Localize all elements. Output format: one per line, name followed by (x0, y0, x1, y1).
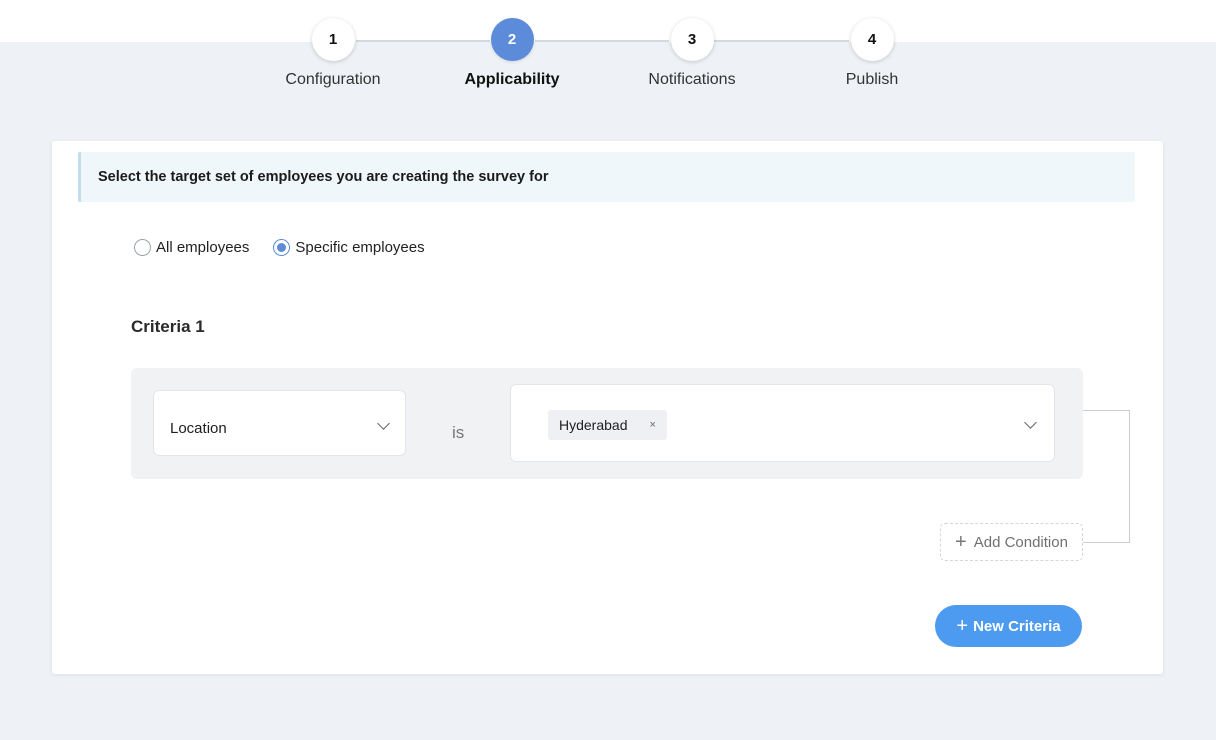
plus-icon: + (955, 531, 967, 553)
values-select[interactable]: Hyderabad × (510, 384, 1055, 462)
step-notifications[interactable]: 3 Notifications (612, 18, 772, 89)
target-radio-group: All employees Specific employees (134, 239, 449, 256)
close-icon[interactable]: × (650, 419, 656, 431)
step-label: Applicability (464, 71, 560, 88)
radio-label: Specific employees (295, 239, 425, 256)
operator-label: is (452, 423, 465, 442)
step-publish[interactable]: 4 Publish (792, 18, 952, 89)
radio-specific-employees[interactable]: Specific employees (273, 239, 425, 256)
step-number: 2 (490, 18, 534, 61)
plus-icon: + (956, 615, 969, 637)
step-number: 1 (311, 18, 355, 61)
step-label: Configuration (285, 71, 381, 88)
field-select[interactable]: Location (153, 390, 406, 456)
add-condition-label: Add Condition (973, 533, 1068, 551)
new-criteria-label: New Criteria (973, 617, 1061, 635)
step-number: 3 (670, 18, 714, 61)
value-tag-label: Hyderabad (559, 417, 628, 433)
radio-all-employees[interactable]: All employees (134, 239, 249, 256)
info-banner: Select the target set of employees you a… (78, 152, 1135, 202)
applicability-card: Select the target set of employees you a… (52, 141, 1163, 674)
chevron-down-icon[interactable] (1024, 416, 1037, 429)
criteria-row: Location is Hyderabad × (131, 368, 1083, 479)
new-criteria-button[interactable]: + New Criteria (935, 605, 1082, 647)
info-text: Select the target set of employees you a… (98, 169, 549, 185)
step-applicability[interactable]: 2 Applicability (432, 18, 592, 89)
stepper: 1 Configuration 2 Applicability 3 Notifi… (0, 0, 1216, 100)
radio-button[interactable] (134, 239, 151, 256)
radio-button-checked[interactable] (273, 239, 291, 256)
add-condition-button[interactable]: + Add Condition (940, 523, 1083, 561)
step-label: Notifications (648, 71, 736, 88)
step-configuration[interactable]: 1 Configuration (253, 18, 413, 89)
radio-label: All employees (156, 239, 250, 256)
step-label: Publish (845, 71, 899, 88)
chevron-down-icon (377, 417, 390, 430)
condition-connector-line (1083, 410, 1130, 543)
criteria-title: Criteria 1 (131, 317, 205, 336)
step-number: 4 (850, 18, 894, 61)
field-select-value: Location (170, 419, 227, 437)
value-tag: Hyderabad × (548, 410, 667, 440)
